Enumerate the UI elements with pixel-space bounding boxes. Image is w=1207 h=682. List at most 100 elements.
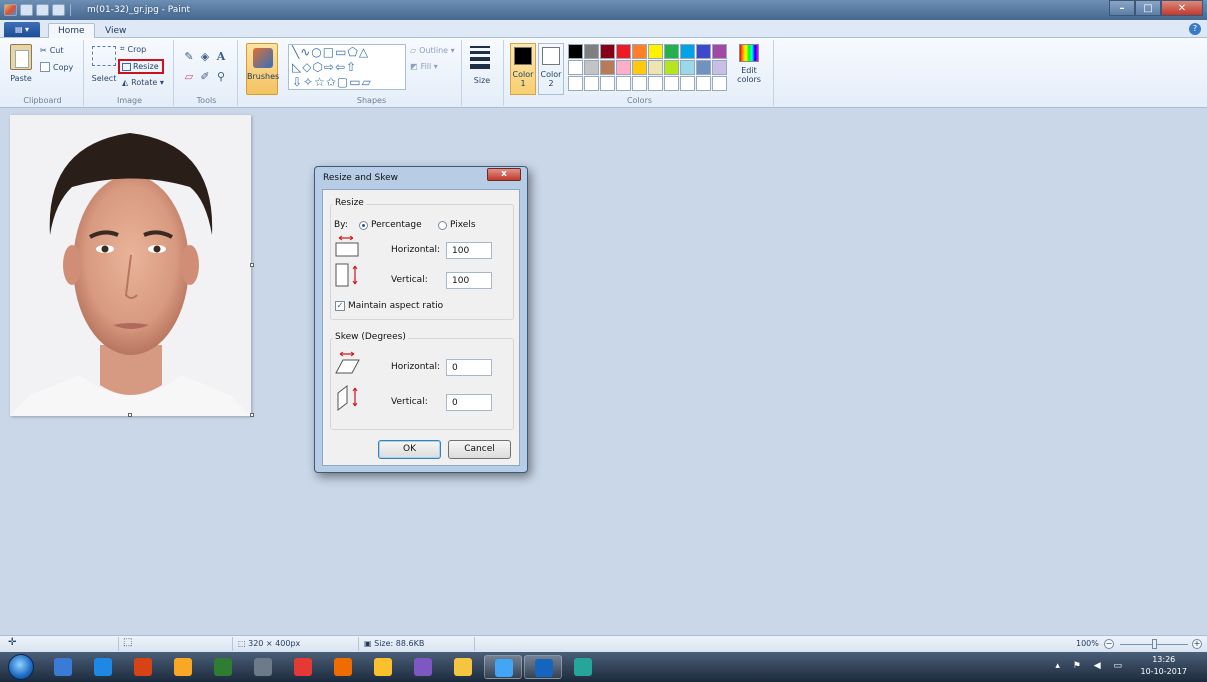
zoom-in-button[interactable]: +	[1192, 639, 1202, 649]
maintain-aspect-checkbox[interactable]: ✓	[335, 301, 345, 311]
taskbar-word[interactable]	[524, 655, 562, 679]
horizontal-resize-input[interactable]: 100	[446, 242, 492, 259]
zoom-out-button[interactable]: −	[1104, 639, 1114, 649]
resize-button[interactable]: Resize	[118, 59, 164, 74]
palette-swatch[interactable]	[600, 76, 615, 91]
tab-home[interactable]: Home	[48, 23, 95, 38]
palette-swatch[interactable]	[680, 44, 695, 59]
taskbar-chrome[interactable]	[284, 655, 322, 679]
save-icon[interactable]	[20, 4, 33, 16]
palette-swatch[interactable]	[632, 44, 647, 59]
taskbar-excel[interactable]	[204, 655, 242, 679]
percentage-label[interactable]: Percentage	[371, 220, 422, 230]
taskbar-app-4[interactable]	[164, 655, 202, 679]
paste-button[interactable]: Paste	[8, 74, 34, 83]
maximize-button[interactable]: □	[1135, 0, 1161, 16]
tab-view[interactable]: View	[96, 23, 135, 38]
taskbar-paint[interactable]	[484, 655, 522, 679]
palette-swatch[interactable]	[568, 76, 583, 91]
select-button[interactable]: Select	[90, 74, 118, 83]
taskbar-media-player[interactable]	[44, 655, 82, 679]
pixels-radio[interactable]	[438, 221, 447, 230]
taskbar-app-3[interactable]	[124, 655, 162, 679]
color-picker-icon[interactable]: ✐	[198, 70, 212, 83]
cancel-button[interactable]: Cancel	[448, 440, 511, 459]
palette-swatch[interactable]	[600, 60, 615, 75]
canvas-workspace[interactable]	[0, 109, 1207, 635]
palette-swatch[interactable]	[712, 76, 727, 91]
palette-swatch[interactable]	[680, 60, 695, 75]
undo-icon[interactable]	[36, 4, 49, 16]
help-icon[interactable]: ?	[1189, 23, 1201, 35]
palette-swatch[interactable]	[616, 76, 631, 91]
shapes-row-3[interactable]: ⇩✧☆✩▢▭▱	[292, 75, 405, 89]
palette-swatch[interactable]	[696, 76, 711, 91]
taskbar-app-14[interactable]	[564, 655, 602, 679]
palette-swatch[interactable]	[568, 44, 583, 59]
palette-swatch[interactable]	[664, 76, 679, 91]
palette-swatch[interactable]	[712, 60, 727, 75]
size-icon[interactable]	[470, 46, 490, 72]
palette-swatch[interactable]	[584, 60, 599, 75]
resize-handle-right[interactable]	[250, 263, 254, 267]
paint-app-icon[interactable]	[4, 4, 17, 16]
palette-swatch[interactable]	[616, 60, 631, 75]
redo-icon[interactable]	[52, 4, 65, 16]
palette-swatch[interactable]	[712, 44, 727, 59]
palette-swatch[interactable]	[648, 76, 663, 91]
taskbar-app-10[interactable]	[404, 655, 442, 679]
palette-swatch[interactable]	[600, 44, 615, 59]
system-tray-icons[interactable]: ▴ ⚑ ◀ ▭	[1055, 661, 1127, 671]
palette-swatch[interactable]	[648, 44, 663, 59]
palette-swatch[interactable]	[696, 60, 711, 75]
outline-button[interactable]: ▱ Outline ▾	[410, 46, 455, 55]
palette-swatch[interactable]	[584, 76, 599, 91]
color-2-button[interactable]: Color 2	[538, 43, 564, 95]
fill-shape-button[interactable]: ◩ Fill ▾	[410, 62, 438, 71]
crop-button[interactable]: ⌗ Crop	[120, 44, 146, 54]
palette-swatch[interactable]	[632, 76, 647, 91]
palette-swatch[interactable]	[696, 44, 711, 59]
palette-swatch[interactable]	[648, 60, 663, 75]
horizontal-skew-input[interactable]: 0	[446, 359, 492, 376]
magnifier-icon[interactable]: ⚲	[214, 70, 228, 83]
maintain-aspect-label[interactable]: Maintain aspect ratio	[348, 301, 443, 311]
vertical-skew-input[interactable]: 0	[446, 394, 492, 411]
edit-colors-button[interactable]: Edit colors	[734, 44, 764, 92]
vertical-resize-input[interactable]: 100	[446, 272, 492, 289]
eraser-icon[interactable]: ▱	[182, 70, 196, 83]
shapes-gallery[interactable]: ╲∿○□▭⬠△ ◺◇⬡⇨⇦⇧ ⇩✧☆✩▢▭▱	[288, 44, 406, 90]
file-menu-button[interactable]: ▤ ▾	[4, 22, 40, 37]
size-button[interactable]: Size	[468, 76, 496, 85]
clock[interactable]: 13:26 10-10-2017	[1141, 654, 1188, 678]
ok-button[interactable]: OK	[378, 440, 441, 459]
zoom-slider-thumb[interactable]	[1152, 639, 1157, 649]
shapes-row-2[interactable]: ◺◇⬡⇨⇦⇧	[292, 60, 405, 75]
paste-icon[interactable]	[10, 44, 32, 70]
taskbar-internet-explorer[interactable]	[84, 655, 122, 679]
dialog-close-button[interactable]: x	[487, 168, 521, 181]
resize-handle-corner[interactable]	[250, 413, 254, 417]
resize-handle-bottom[interactable]	[128, 413, 132, 417]
palette-swatch[interactable]	[664, 60, 679, 75]
close-button[interactable]: ✕	[1161, 0, 1203, 16]
palette-swatch[interactable]	[568, 60, 583, 75]
minimize-button[interactable]: –	[1109, 0, 1135, 16]
percentage-radio[interactable]	[359, 221, 368, 230]
pencil-icon[interactable]: ✎	[182, 50, 196, 63]
taskbar-file-explorer[interactable]	[444, 655, 482, 679]
fill-icon[interactable]: ◈	[198, 50, 212, 63]
taskbar-app-9[interactable]	[364, 655, 402, 679]
cut-button[interactable]: ✂ Cut	[40, 46, 64, 55]
palette-swatch[interactable]	[616, 44, 631, 59]
color-1-button[interactable]: Color 1	[510, 43, 536, 95]
image-canvas[interactable]	[10, 115, 251, 416]
palette-swatch[interactable]	[664, 44, 679, 59]
select-icon[interactable]	[92, 46, 116, 66]
brushes-button[interactable]: Brushes	[246, 43, 279, 95]
rotate-button[interactable]: ◭ Rotate ▾	[122, 78, 164, 87]
palette-swatch[interactable]	[680, 76, 695, 91]
shapes-row-1[interactable]: ╲∿○□▭⬠△	[292, 45, 405, 60]
pixels-label[interactable]: Pixels	[450, 220, 476, 230]
taskbar-app-6[interactable]	[244, 655, 282, 679]
